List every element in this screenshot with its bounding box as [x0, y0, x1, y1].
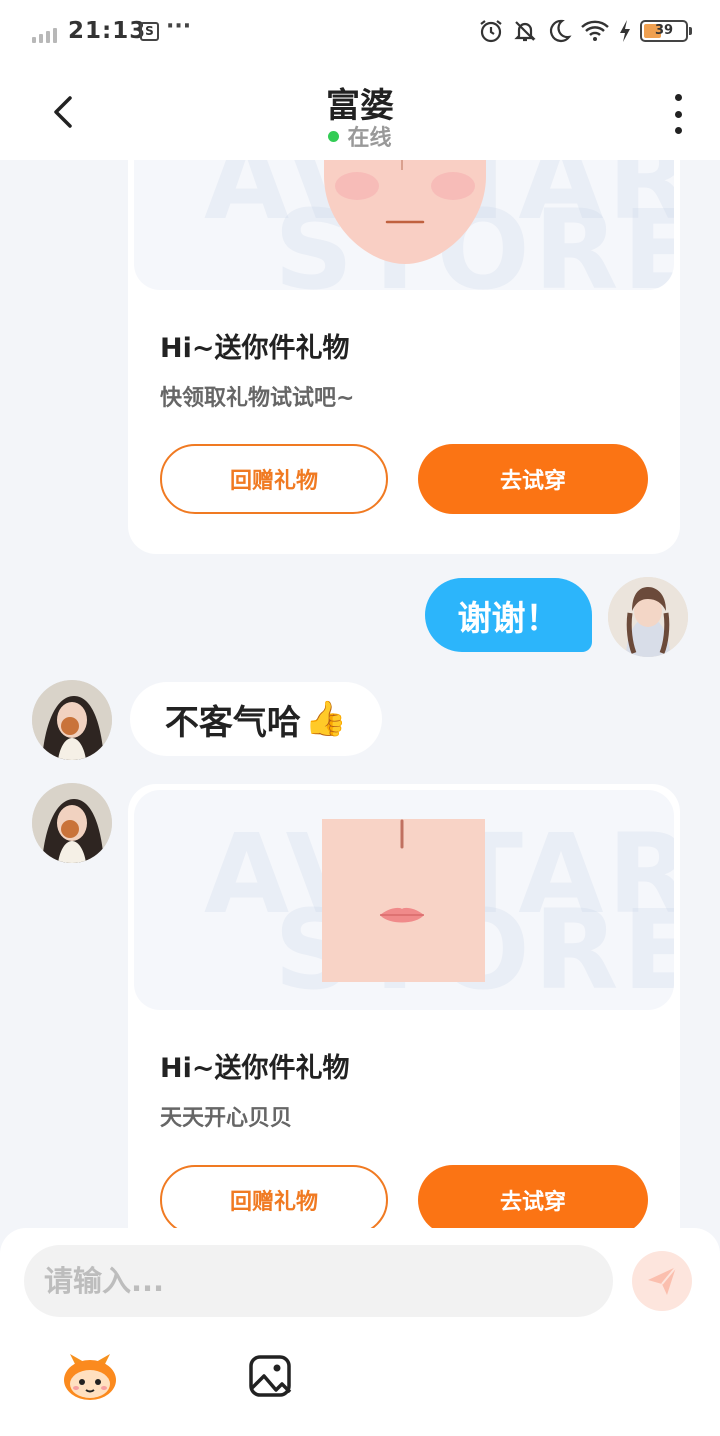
gift-mouth-image	[322, 819, 485, 982]
online-dot-icon	[328, 130, 340, 142]
online-status: 在线	[0, 120, 720, 152]
send-icon	[648, 1266, 677, 1295]
online-status-label: 在线	[347, 126, 392, 151]
chat-header: 富婆 在线	[0, 66, 720, 160]
moon-icon	[549, 19, 572, 42]
sender-avatar[interactable]	[32, 680, 112, 760]
message-input-bar	[0, 1228, 720, 1436]
gift-face-image	[324, 160, 486, 264]
alarm-icon	[480, 20, 502, 43]
signal-icon	[32, 28, 57, 43]
more-notifications-icon: ···	[166, 14, 192, 39]
thumbs-up-icon: 👍	[304, 699, 348, 739]
gift-title: Hi~送你件礼物	[160, 333, 350, 364]
more-icon[interactable]	[670, 94, 686, 134]
status-time: 21:13	[68, 18, 147, 44]
image-icon[interactable]	[248, 1354, 292, 1398]
return-gift-button[interactable]: 回赠礼物	[160, 1165, 388, 1228]
gift-preview-image: AVATAR STORE	[134, 790, 674, 1010]
emoji-mascot-icon[interactable]	[62, 1352, 118, 1402]
gift-card: AVATAR STORE Hi~送你件礼物 快领取礼物试试吧~ 回赠礼物 去试穿	[128, 160, 680, 554]
try-on-button[interactable]: 去试穿	[418, 1165, 648, 1228]
mute-icon	[514, 21, 536, 42]
received-message-bubble: 不客气哈 👍	[130, 682, 382, 756]
gift-card: AVATAR STORE Hi~送你件礼物 天天开心贝贝 回赠礼物 去试穿	[128, 784, 680, 1228]
battery-icon: 39	[640, 20, 692, 42]
sender-avatar[interactable]	[32, 783, 112, 863]
sender-avatar-image	[32, 680, 112, 760]
try-on-button[interactable]: 去试穿	[418, 444, 648, 514]
wifi-icon	[581, 20, 609, 41]
sent-message-bubble: 谢谢！	[425, 578, 592, 652]
gift-preview-image: AVATAR STORE	[134, 160, 674, 290]
charging-icon	[620, 20, 630, 42]
gift-title: Hi~送你件礼物	[160, 1053, 350, 1084]
send-button[interactable]	[632, 1251, 692, 1311]
status-bar: 21:13 S ··· 39	[0, 0, 720, 66]
s-badge-icon: S	[140, 22, 159, 41]
sender-avatar-image	[32, 783, 112, 863]
my-avatar[interactable]	[608, 577, 688, 657]
chat-messages[interactable]: AVATAR STORE Hi~送你件礼物 快领取礼物试试吧~ 回赠礼物 去试穿…	[0, 160, 720, 1228]
return-gift-button[interactable]: 回赠礼物	[160, 444, 388, 514]
message-input[interactable]	[24, 1245, 613, 1317]
received-message-text: 不客气哈	[164, 702, 301, 743]
gift-description: 快领取礼物试试吧~	[160, 386, 355, 411]
gift-description: 天天开心贝贝	[160, 1106, 293, 1131]
my-avatar-image	[608, 577, 688, 657]
